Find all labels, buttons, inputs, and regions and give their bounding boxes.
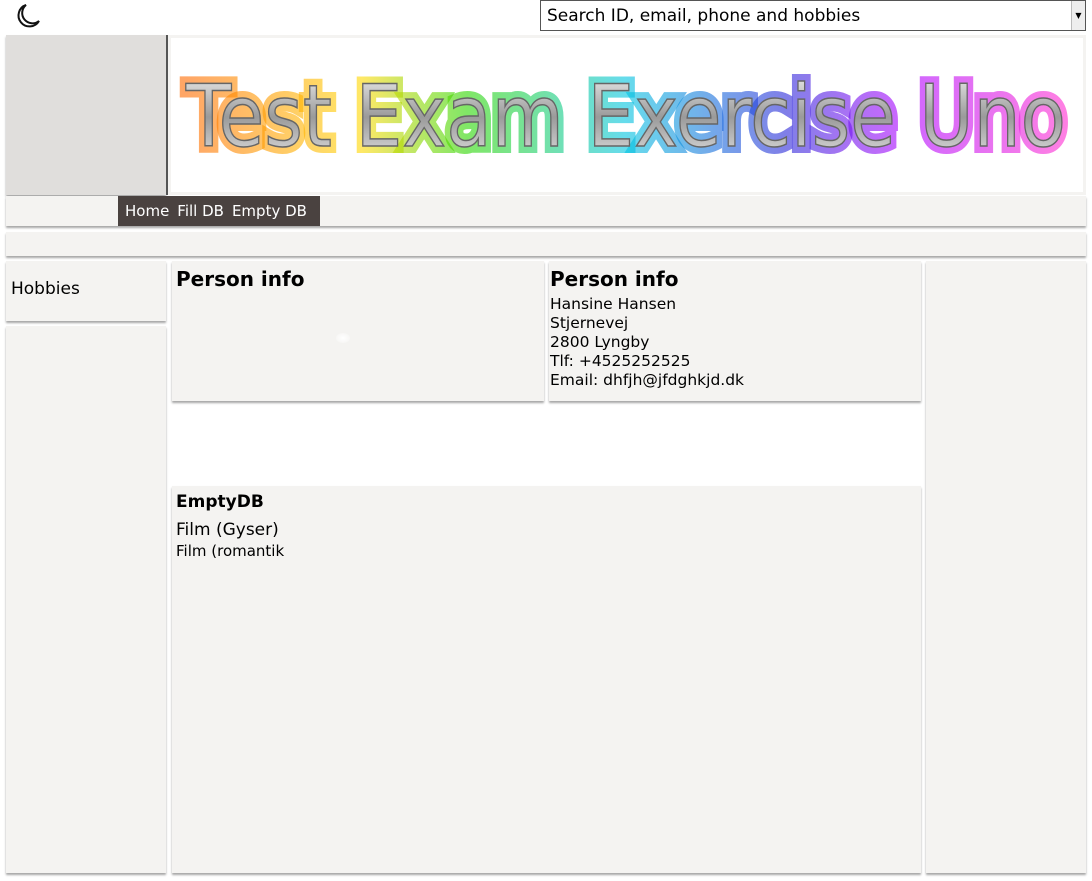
info-strip	[6, 232, 1086, 256]
left-sidebar	[6, 326, 166, 873]
hobby-item: Film (Gyser)	[176, 520, 279, 540]
search-select[interactable]: Search ID, email, phone and hobbies ▼	[540, 0, 1086, 31]
moon-icon	[17, 4, 40, 28]
person-city: 2800 Lyngby	[550, 333, 650, 351]
person-info-card: Person info Hansine Hansen Stjernevej 28…	[549, 261, 921, 401]
person-street: Stjernevej	[550, 314, 629, 332]
nav-fill-db-link[interactable]: Fill DB	[177, 202, 224, 220]
chevron-down-icon: ▼	[1071, 1, 1085, 30]
emptydb-card: EmptyDB Film (Gyser) Film (romantik	[172, 486, 921, 873]
person-details: Hansine Hansen Stjernevej 2800 Lyngby Tl…	[550, 295, 744, 390]
person-name: Hansine Hansen	[550, 295, 677, 313]
hobbies-label: Hobbies	[11, 279, 80, 299]
hobby-item: Film (romantik	[176, 542, 285, 560]
person-phone: Tlf: +4525252525	[550, 352, 691, 370]
right-sidebar	[926, 261, 1086, 873]
nav-home-link[interactable]: Home	[125, 202, 169, 220]
person-info-title: Person info	[176, 267, 305, 291]
banner: Test Exam Exercise Uno Test Exam Exercis…	[166, 35, 1086, 195]
banner-title-art: Test Exam Exercise Uno Test Exam Exercis…	[178, 60, 1073, 174]
logo-placeholder	[6, 35, 166, 195]
nav-empty-db-link[interactable]: Empty DB	[232, 202, 307, 220]
search-select-value: Search ID, email, phone and hobbies	[547, 5, 861, 26]
person-email: Email: dhfjh@jfdghkjd.dk	[550, 371, 745, 389]
banner-title: Test Exam Exercise Uno	[185, 67, 1066, 167]
loading-dot	[336, 333, 350, 343]
theme-toggle-button[interactable]	[12, 2, 42, 30]
nav-links: Home Fill DB Empty DB	[118, 196, 320, 226]
hobbies-menu-item[interactable]: Hobbies	[6, 261, 166, 321]
person-info-card-empty: Person info	[172, 261, 544, 401]
navbar: Home Fill DB Empty DB	[6, 196, 1086, 226]
emptydb-title: EmptyDB	[176, 492, 264, 512]
person-info-title: Person info	[550, 267, 679, 291]
